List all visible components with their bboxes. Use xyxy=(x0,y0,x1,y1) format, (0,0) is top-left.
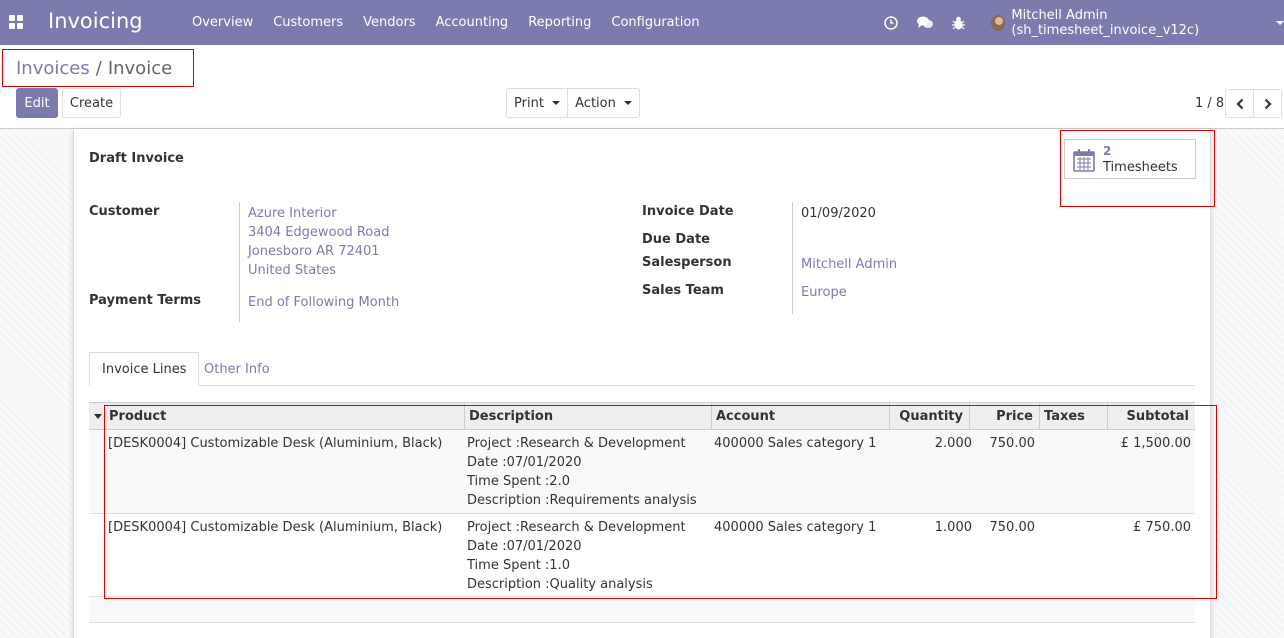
main-menu: Overview Customers Vendors Accounting Re… xyxy=(182,0,710,45)
chevron-right-icon xyxy=(1264,98,1272,109)
row-quantity: 1.000 xyxy=(934,520,972,535)
tab-other-info[interactable]: Other Info xyxy=(192,352,282,386)
column-description[interactable]: Description xyxy=(464,403,711,429)
customer-street: 3404 Edgewood Road xyxy=(248,225,390,240)
pager-previous-button[interactable] xyxy=(1225,89,1254,118)
pager-next-button[interactable] xyxy=(1253,89,1282,118)
pager-value[interactable]: 1 / 8 xyxy=(1195,96,1224,111)
row-quantity: 2.000 xyxy=(934,436,972,451)
row-description-date: Date :07/01/2020 xyxy=(467,455,582,470)
breadcrumb-invoices-link[interactable]: Invoices xyxy=(16,58,90,79)
app-brand: Invoicing xyxy=(48,9,143,33)
empty-table-row xyxy=(89,597,1195,623)
notebook-tabs: Invoice Lines Other Info xyxy=(89,352,1195,386)
calendar-icon xyxy=(1073,149,1095,172)
menu-item-customers[interactable]: Customers xyxy=(263,15,353,30)
action-dropdown[interactable]: Action xyxy=(567,88,640,118)
top-navbar: Invoicing Overview Customers Vendors Acc… xyxy=(0,0,1284,45)
avatar xyxy=(991,14,1006,31)
clock-icon[interactable] xyxy=(884,0,898,45)
row-subtotal: £ 1,500.00 xyxy=(1120,436,1191,451)
row-description-text: Description :Requirements analysis xyxy=(467,493,697,508)
chevron-down-icon xyxy=(623,101,632,105)
row-account: 400000 Sales category 1 xyxy=(714,436,877,451)
table-row[interactable]: [DESK0004] Customizable Desk (Aluminium,… xyxy=(89,514,1195,597)
print-dropdown[interactable]: Print xyxy=(506,88,568,118)
table-row[interactable]: [DESK0004] Customizable Desk (Aluminium,… xyxy=(89,430,1195,514)
salesperson-link[interactable]: Mitchell Admin xyxy=(801,257,897,272)
row-description-project: Project :Research & Development xyxy=(467,436,686,451)
create-button[interactable]: Create xyxy=(62,88,121,118)
menu-item-overview[interactable]: Overview xyxy=(182,15,263,30)
payment-terms-link[interactable]: End of Following Month xyxy=(248,295,399,310)
column-price[interactable]: Price xyxy=(969,403,1039,429)
row-description-project: Project :Research & Development xyxy=(467,520,686,535)
row-description-time: Time Spent :2.0 xyxy=(467,474,570,489)
salesperson-label: Salesperson xyxy=(642,255,732,270)
action-label: Action xyxy=(575,95,616,111)
bug-icon[interactable] xyxy=(952,0,965,45)
breadcrumb: Invoices / Invoice xyxy=(16,58,172,79)
column-product[interactable]: Product xyxy=(105,403,464,429)
breadcrumb-separator: / xyxy=(95,58,102,79)
menu-item-configuration[interactable]: Configuration xyxy=(601,15,709,30)
row-price: 750.00 xyxy=(989,436,1036,451)
row-price: 750.00 xyxy=(989,520,1036,535)
edit-button[interactable]: Edit xyxy=(16,88,58,118)
customer-country: United States xyxy=(248,263,337,278)
row-description-text: Description :Quality analysis xyxy=(467,577,653,592)
customer-city: Jonesboro AR 72401 xyxy=(248,244,380,259)
row-account: 400000 Sales category 1 xyxy=(714,520,877,535)
row-product: [DESK0004] Customizable Desk (Aluminium,… xyxy=(108,436,443,451)
timesheets-count: 2 xyxy=(1103,144,1112,158)
tab-invoice-lines[interactable]: Invoice Lines xyxy=(89,352,200,386)
payment-terms-label: Payment Terms xyxy=(89,293,202,308)
chevron-down-icon xyxy=(551,101,560,105)
column-account[interactable]: Account xyxy=(711,403,889,429)
sales-team-label: Sales Team xyxy=(642,283,724,298)
sales-team-link[interactable]: Europe xyxy=(801,285,847,300)
customer-name-link[interactable]: Azure Interior xyxy=(248,206,337,221)
invoice-status-title: Draft Invoice xyxy=(89,151,184,166)
field-divider xyxy=(239,202,240,322)
menu-item-reporting[interactable]: Reporting xyxy=(518,15,601,30)
chevron-down-icon xyxy=(1276,20,1284,25)
print-label: Print xyxy=(514,95,544,111)
invoice-date-value: 01/09/2020 xyxy=(801,206,876,221)
field-divider xyxy=(792,202,793,314)
timesheets-smart-button[interactable]: 2 Timesheets xyxy=(1064,139,1196,179)
row-subtotal: £ 750.00 xyxy=(1133,520,1191,535)
chat-icon[interactable] xyxy=(917,0,933,45)
menu-item-accounting[interactable]: Accounting xyxy=(426,15,519,30)
due-date-label: Due Date xyxy=(642,232,710,247)
invoice-date-label: Invoice Date xyxy=(642,204,734,219)
row-product: [DESK0004] Customizable Desk (Aluminium,… xyxy=(108,520,443,535)
column-quantity[interactable]: Quantity xyxy=(889,403,969,429)
column-subtotal[interactable]: Subtotal xyxy=(1107,403,1195,429)
user-menu[interactable]: Mitchell Admin (sh_timesheet_invoice_v12… xyxy=(991,0,1284,45)
user-name: Mitchell Admin (sh_timesheet_invoice_v12… xyxy=(1011,7,1200,38)
customer-label: Customer xyxy=(89,204,160,219)
sort-caret-icon[interactable] xyxy=(94,414,102,419)
row-description-time: Time Spent :1.0 xyxy=(467,558,570,573)
row-description-date: Date :07/01/2020 xyxy=(467,539,582,554)
breadcrumb-current: Invoice xyxy=(107,58,173,79)
timesheets-label: Timesheets xyxy=(1103,160,1178,175)
menu-item-vendors[interactable]: Vendors xyxy=(353,15,425,30)
apps-menu-icon[interactable] xyxy=(9,15,23,29)
column-taxes[interactable]: Taxes xyxy=(1039,403,1107,429)
table-header: Product Description Account Quantity Pri… xyxy=(89,402,1195,430)
chevron-left-icon xyxy=(1235,98,1243,109)
